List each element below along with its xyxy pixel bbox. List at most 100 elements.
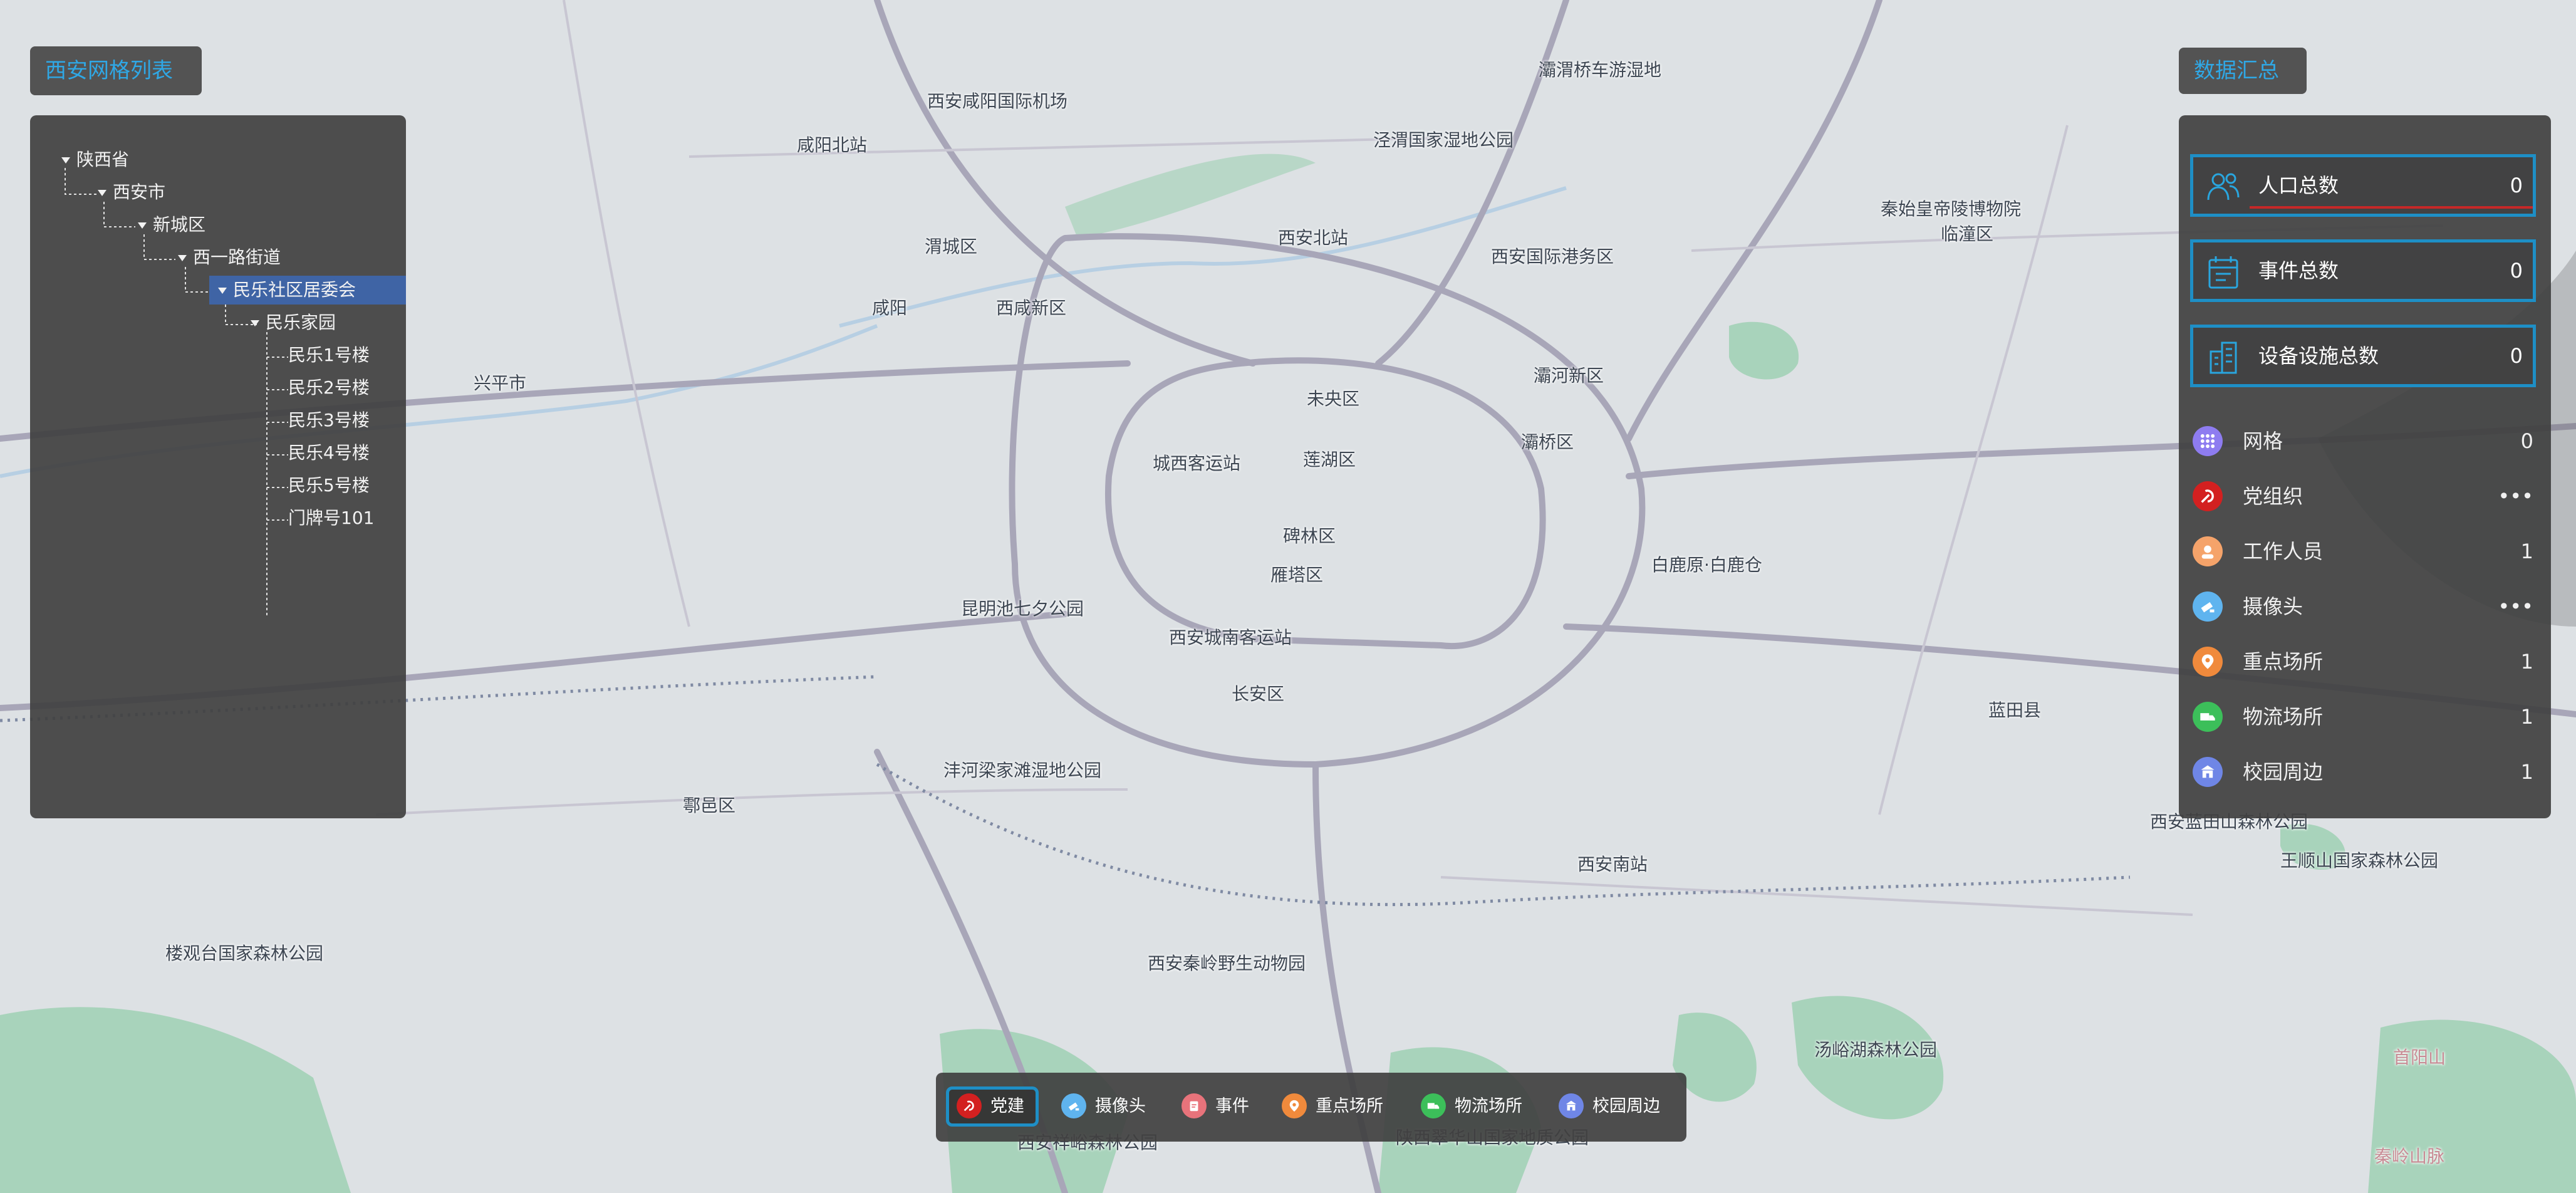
caret-down-icon[interactable] bbox=[138, 222, 147, 229]
map-place-label: 西安国际港务区 bbox=[1491, 246, 1614, 267]
building-icon bbox=[2205, 339, 2242, 377]
grid-icon bbox=[2193, 426, 2223, 456]
stat-row[interactable]: 网格 0 bbox=[2193, 421, 2533, 459]
layer-toggle-school[interactable]: 校园周边 bbox=[1559, 1086, 1660, 1127]
tree-node[interactable]: 西安市 bbox=[98, 178, 165, 207]
layer-toggle-party[interactable]: 党建 bbox=[946, 1086, 1039, 1127]
layer-toggle-truck[interactable]: 物流场所 bbox=[1421, 1086, 1522, 1127]
stat-label: 工作人员 bbox=[2243, 539, 2324, 563]
stat-label: 摄像头 bbox=[2243, 595, 2303, 618]
layer-toggle-label: 党建 bbox=[990, 1097, 1024, 1116]
stat-value: ••• bbox=[2498, 484, 2533, 508]
tree-node-label: 民乐1号楼 bbox=[288, 345, 370, 365]
map-place-label: 未央区 bbox=[1307, 388, 1360, 409]
map-place-label: 秦始皇帝陵博物院 bbox=[1881, 199, 2022, 219]
highlight-underline bbox=[2250, 206, 2533, 209]
stat-value: 1 bbox=[2520, 650, 2533, 674]
stat-label: 校园周边 bbox=[2243, 760, 2324, 784]
map-place-label: 灞桥区 bbox=[1521, 432, 1574, 452]
grid-tree-panel: 陕西省西安市新城区西一路街道民乐社区居委会民乐家园民乐1号楼民乐2号楼民乐3号楼… bbox=[30, 115, 406, 818]
tree-node[interactable]: 民乐5号楼 bbox=[288, 471, 370, 500]
tree-node[interactable]: 陕西省 bbox=[61, 145, 129, 174]
tree-node-label: 陕西省 bbox=[76, 149, 130, 170]
event-icon bbox=[1182, 1093, 1207, 1118]
map-place-label: 西安北站 bbox=[1278, 227, 1349, 248]
caret-down-icon[interactable] bbox=[251, 320, 259, 326]
stat-value: 1 bbox=[2520, 539, 2533, 563]
map-place-label: 莲湖区 bbox=[1303, 449, 1356, 470]
stat-row[interactable]: 摄像头 ••• bbox=[2193, 586, 2533, 624]
data-summary-panel: 人口总数 0 事件总数 0 设备设施总数 0 网格 0 党组织 ••• 工作人员 1 摄像头 ••• 重点… bbox=[2179, 115, 2551, 818]
tree-node[interactable]: 西一路街道 bbox=[178, 243, 281, 272]
map-place-label: 灞河新区 bbox=[1534, 365, 1604, 386]
tree-node[interactable]: 民乐家园 bbox=[251, 308, 336, 337]
stat-row[interactable]: 物流场所 1 bbox=[2193, 697, 2533, 734]
layer-toggle-label: 校园周边 bbox=[1592, 1097, 1660, 1116]
tree-node[interactable]: 民乐2号楼 bbox=[288, 373, 370, 402]
tree-node-label: 民乐3号楼 bbox=[288, 410, 370, 430]
summary-card[interactable]: 设备设施总数 0 bbox=[2190, 325, 2536, 387]
map-place-label: 临潼区 bbox=[1941, 224, 1994, 244]
stat-row[interactable]: 党组织 ••• bbox=[2193, 476, 2533, 514]
summary-card-label: 设备设施总数 bbox=[2258, 344, 2379, 368]
map-place-label: 长安区 bbox=[1232, 684, 1285, 704]
caret-down-icon[interactable] bbox=[178, 255, 187, 261]
summary-card-value: 0 bbox=[2510, 344, 2523, 368]
caret-down-icon[interactable] bbox=[98, 190, 106, 196]
truck-icon bbox=[1421, 1093, 1446, 1118]
caret-down-icon[interactable] bbox=[61, 157, 70, 164]
map-place-label: 泾渭国家湿地公园 bbox=[1373, 130, 1514, 150]
camera-icon bbox=[1061, 1093, 1086, 1118]
layer-toggle-camera[interactable]: 摄像头 bbox=[1061, 1086, 1146, 1127]
stat-value: 1 bbox=[2520, 760, 2533, 784]
map-place-label: 灞渭桥车游湿地 bbox=[1539, 60, 1662, 80]
layer-toggle-label: 重点场所 bbox=[1316, 1097, 1383, 1116]
summary-card-label: 人口总数 bbox=[2258, 174, 2339, 197]
map-place-label: 兴平市 bbox=[474, 373, 527, 393]
summary-card[interactable]: 事件总数 0 bbox=[2190, 239, 2536, 302]
map-place-label: 咸阳 bbox=[872, 298, 908, 318]
tree-node-label: 民乐社区居委会 bbox=[233, 279, 356, 300]
caret-down-icon[interactable] bbox=[218, 288, 227, 294]
stat-value: 0 bbox=[2520, 429, 2533, 453]
summary-card-value: 0 bbox=[2510, 259, 2523, 283]
tree-node-label: 新城区 bbox=[153, 214, 206, 235]
stat-label: 重点场所 bbox=[2243, 650, 2324, 674]
tree-node-label: 民乐4号楼 bbox=[288, 442, 370, 463]
map-place-label: 昆明池七夕公园 bbox=[961, 598, 1084, 619]
map-place-label: 沣河梁家滩湿地公园 bbox=[943, 760, 1102, 781]
stat-row[interactable]: 校园周边 1 bbox=[2193, 752, 2533, 789]
map-place-label: 王顺山国家森林公园 bbox=[2280, 850, 2439, 871]
school-icon bbox=[1559, 1093, 1584, 1118]
tree-node-label: 民乐5号楼 bbox=[288, 475, 370, 496]
map-place-label: 蓝田县 bbox=[1988, 700, 2042, 721]
tree-node[interactable]: 民乐1号楼 bbox=[288, 341, 370, 370]
tree-node[interactable]: 新城区 bbox=[138, 211, 205, 239]
tree-node-label: 民乐2号楼 bbox=[288, 377, 370, 398]
map-place-label: 西咸新区 bbox=[996, 298, 1067, 318]
layer-toggle-event[interactable]: 事件 bbox=[1182, 1086, 1249, 1127]
staff-icon bbox=[2193, 536, 2223, 566]
map-place-label: 西安秦岭野生动物园 bbox=[1148, 953, 1306, 974]
tree-node[interactable]: 门牌号101 bbox=[288, 504, 374, 533]
stat-label: 网格 bbox=[2243, 429, 2283, 453]
tree-node[interactable]: 民乐4号楼 bbox=[288, 439, 370, 467]
summary-card[interactable]: 人口总数 0 bbox=[2190, 154, 2536, 217]
layer-toggle-location[interactable]: 重点场所 bbox=[1282, 1086, 1383, 1127]
map-place-label: 秦岭山脉 bbox=[2374, 1146, 2445, 1167]
party-icon bbox=[957, 1093, 982, 1118]
stat-label: 党组织 bbox=[2243, 484, 2303, 508]
people-icon bbox=[2205, 169, 2242, 206]
map-place-label: 碑林区 bbox=[1283, 526, 1336, 546]
stat-row[interactable]: 工作人员 1 bbox=[2193, 531, 2533, 569]
tree-node-selected[interactable]: 民乐社区居委会 bbox=[209, 276, 406, 305]
tree-node[interactable]: 民乐3号楼 bbox=[288, 406, 370, 435]
map-stage[interactable]: 西安咸阳国际机场 灞渭桥车游湿地 泾渭国家湿地公园 咸阳北站 秦始皇帝陵博物院 西安北站西… bbox=[0, 0, 2576, 1193]
map-place-label: 渭城区 bbox=[925, 236, 978, 257]
layer-toggle-label: 物流场所 bbox=[1455, 1097, 1522, 1116]
map-place-label: 首阳山 bbox=[2393, 1047, 2446, 1068]
location-icon bbox=[2193, 647, 2223, 677]
tree-node-label: 门牌号101 bbox=[288, 508, 375, 528]
stat-row[interactable]: 重点场所 1 bbox=[2193, 642, 2533, 679]
map-place-label: 西安南站 bbox=[1577, 854, 1648, 875]
